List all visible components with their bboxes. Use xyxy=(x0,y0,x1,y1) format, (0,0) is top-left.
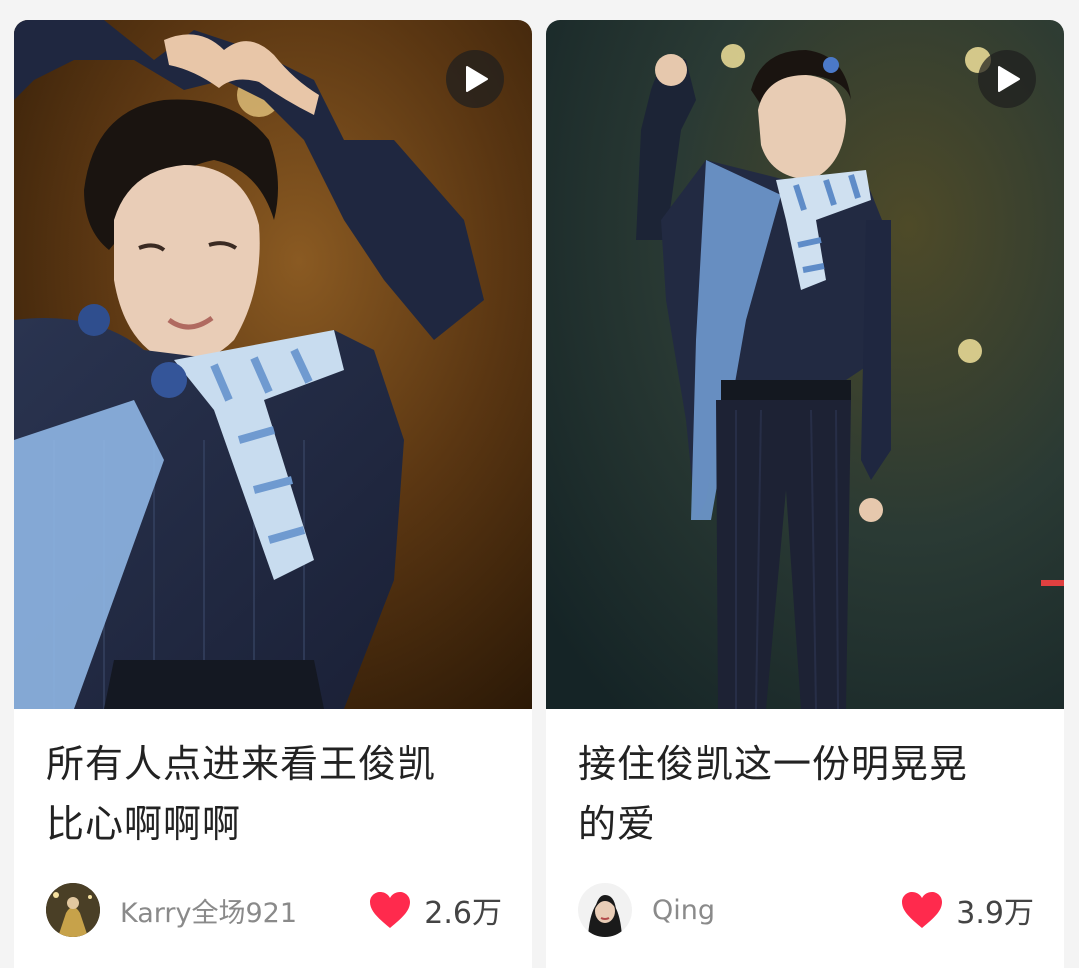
note-title-line: 所有人点进来看王俊凯 xyxy=(46,742,437,786)
note-title[interactable]: 接住俊凯这一份明晃晃 的爱 xyxy=(578,734,1038,854)
author-name[interactable]: Karry全场921 xyxy=(120,891,368,930)
cover-photo xyxy=(546,20,1064,709)
note-title-line: 接住俊凯这一份明晃晃 xyxy=(578,742,969,786)
heart-icon xyxy=(902,892,943,928)
note-meta: Karry全场921 2.6万 xyxy=(46,882,502,938)
note-title[interactable]: 所有人点进来看王俊凯 比心啊啊啊 xyxy=(46,734,506,854)
video-cover[interactable] xyxy=(14,20,532,709)
author-name[interactable]: Qing xyxy=(652,895,900,926)
note-meta: Qing 3.9万 xyxy=(578,882,1034,938)
note-feed: 所有人点进来看王俊凯 比心啊啊啊 Karry全场921 2.6万 接住俊凯这一份… xyxy=(0,0,1079,968)
note-card[interactable]: 所有人点进来看王俊凯 比心啊啊啊 Karry全场921 2.6万 xyxy=(14,20,532,968)
cover-photo xyxy=(14,20,532,709)
like-button[interactable]: 3.9万 xyxy=(900,888,1034,932)
play-icon xyxy=(466,66,488,92)
like-button[interactable]: 2.6万 xyxy=(368,888,502,932)
play-icon xyxy=(998,66,1020,92)
like-count: 3.9万 xyxy=(956,896,1034,931)
play-button[interactable] xyxy=(446,50,504,108)
video-cover[interactable] xyxy=(546,20,1064,709)
play-button[interactable] xyxy=(978,50,1036,108)
heart-icon xyxy=(370,892,411,928)
note-title-line: 比心啊啊啊 xyxy=(46,802,242,846)
note-card[interactable]: 接住俊凯这一份明晃晃 的爱 Qing 3.9万 xyxy=(546,20,1064,968)
author-avatar[interactable] xyxy=(46,883,100,937)
author-avatar[interactable] xyxy=(578,883,632,937)
note-title-line: 的爱 xyxy=(578,802,657,846)
like-count: 2.6万 xyxy=(424,896,502,931)
